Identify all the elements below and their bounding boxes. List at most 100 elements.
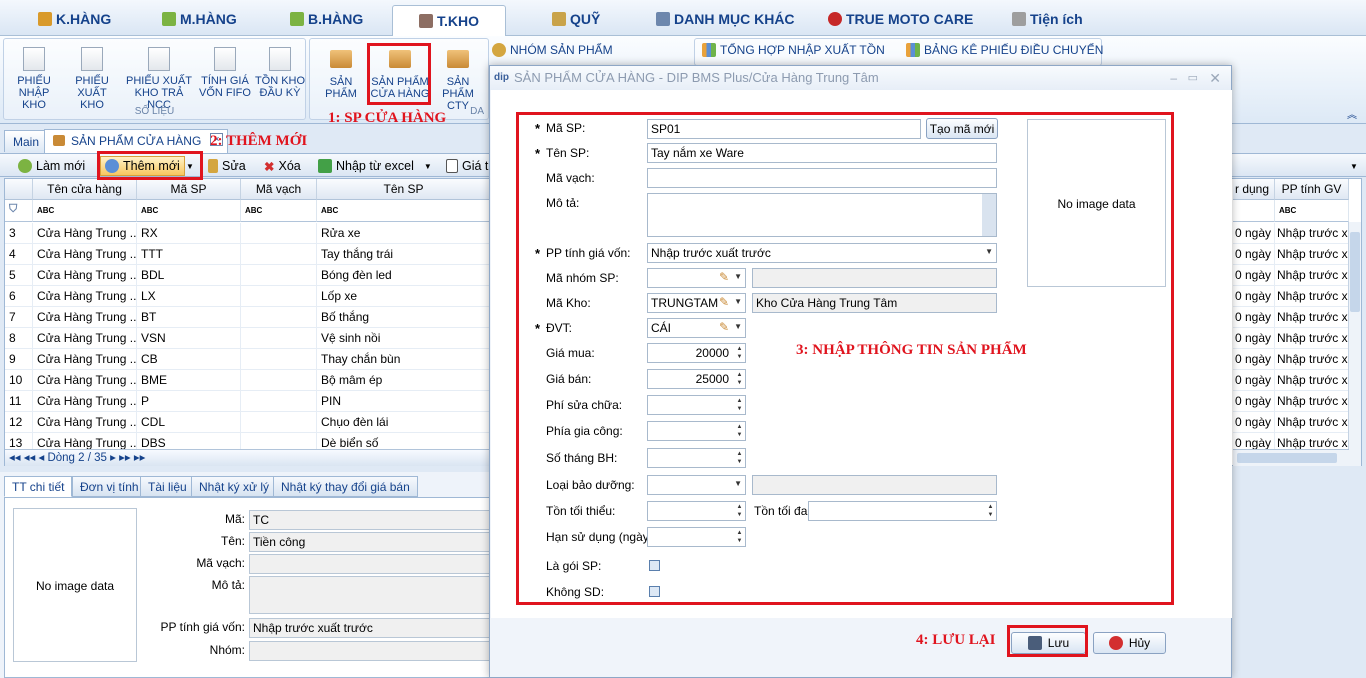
tab-nhat-ky-xu-ly[interactable]: Nhật ký xử lý bbox=[191, 476, 278, 497]
filter-icon[interactable]: ⛉ bbox=[5, 200, 33, 222]
table-row[interactable]: 0 ngày Nhập trước xu bbox=[1233, 328, 1349, 349]
grid-header-ma-vach[interactable]: Mã vạch bbox=[241, 179, 317, 200]
nhom-san-pham-button[interactable]: NHÓM SẢN PHẨM bbox=[492, 43, 613, 57]
close-icon[interactable]: ✕ bbox=[1209, 66, 1221, 90]
tinh-gia-von-button[interactable]: TÍNH GIÁ VỐN FIFO bbox=[198, 47, 252, 99]
table-row[interactable]: 9 Cửa Hàng Trung ... CB Thay chắn bùn bbox=[5, 349, 491, 370]
tab-don-vi-tinh[interactable]: Đơn vị tính bbox=[72, 476, 147, 497]
nav-arrows-icon[interactable]: ◂◂ ◂◂ ◂ bbox=[9, 452, 47, 464]
phieu-xuat-kho-tra-ncc-button[interactable]: PHIẾU XUẤT KHO TRẢ NCC bbox=[122, 47, 196, 111]
tab-tt-chi-tiet[interactable]: TT chi tiết bbox=[4, 476, 73, 497]
menu-tienich[interactable]: Tiện ích bbox=[1012, 6, 1083, 32]
table-row[interactable]: 0 ngày Nhập trước xu bbox=[1233, 391, 1349, 412]
table-row[interactable]: 0 ngày Nhập trước xu bbox=[1233, 412, 1349, 433]
grid-navigator[interactable]: ◂◂ ◂◂ ◂ Dòng 2 / 35 ▸ ▸▸ ▸▸ bbox=[5, 449, 489, 466]
table-row[interactable]: 12 Cửa Hàng Trung ... CDL Chụo đèn lái bbox=[5, 412, 491, 433]
label-nhom: Nhóm: bbox=[209, 643, 245, 657]
san-pham-button[interactable]: SẢN PHẨM bbox=[313, 47, 369, 100]
table-row[interactable]: 7 Cửa Hàng Trung ... BT Bố thắng bbox=[5, 307, 491, 328]
table-cell: Nhập trước xu bbox=[1275, 244, 1349, 265]
table-row[interactable]: 4 Cửa Hàng Trung ... TTT Tay thắng trái bbox=[5, 244, 491, 265]
table-cell: P bbox=[137, 391, 241, 412]
collapse-ribbon-icon[interactable]: ︽ bbox=[1347, 106, 1357, 121]
nav-arrows-icon[interactable]: ▸ ▸▸ ▸▸ bbox=[110, 452, 145, 464]
report-icon bbox=[446, 159, 458, 173]
sua-button[interactable]: Sửa bbox=[208, 157, 246, 175]
xoa-button[interactable]: ✖ Xóa bbox=[264, 157, 301, 175]
gia-button[interactable]: Giá t bbox=[446, 157, 488, 175]
grid-vertical-scrollbar[interactable] bbox=[1348, 222, 1361, 466]
filter-ten-cua-hang[interactable]: ABC bbox=[33, 200, 137, 222]
annotation-1: 1: SP CỬA HÀNG bbox=[328, 110, 447, 126]
phieu-xuat-kho-button[interactable]: PHIẾU XUẤT KHO bbox=[64, 47, 120, 111]
menu-truemoto[interactable]: TRUE MOTO CARE bbox=[828, 6, 973, 32]
bar-chart-icon bbox=[702, 43, 716, 57]
filter-han-su-dung[interactable] bbox=[1233, 200, 1275, 222]
san-pham-cty-button[interactable]: SẢN PHẨM CTY bbox=[430, 47, 486, 112]
grid-header-ma-sp[interactable]: Mã SP bbox=[137, 179, 241, 200]
chevron-down-icon: ▼ bbox=[423, 161, 432, 171]
customer-icon bbox=[38, 12, 52, 26]
tab-nhat-ky-gia-ban[interactable]: Nhật ký thay đổi giá bán bbox=[273, 476, 418, 497]
table-cell: Bóng đèn led bbox=[317, 265, 491, 286]
table-row[interactable]: 10 Cửa Hàng Trung ... BME Bộ mâm ép bbox=[5, 370, 491, 391]
menu-quy[interactable]: QUỸ bbox=[552, 6, 600, 32]
table-row[interactable]: 0 ngày Nhập trước xu bbox=[1233, 223, 1349, 244]
table-cell: Chụo đèn lái bbox=[317, 412, 491, 433]
tong-hop-nhap-xuat-ton-button[interactable]: TỔNG HỢP NHẬP XUẤT TỒN bbox=[702, 43, 885, 57]
menu-danhmuc[interactable]: DANH MỤC KHÁC bbox=[656, 6, 795, 32]
phieu-nhap-kho-button[interactable]: PHIẾU NHẬP KHO bbox=[6, 47, 62, 111]
bang-ke-phieu-dieu-chuyen-button[interactable]: BẢNG KÊ PHIẾU ĐIỀU CHUYỂN bbox=[906, 43, 1103, 57]
filter-ten-sp[interactable]: ABC bbox=[317, 200, 491, 222]
filter-pp-tinh-gv[interactable]: ABC bbox=[1275, 200, 1349, 222]
lam-moi-button[interactable]: Làm mới bbox=[18, 157, 85, 175]
table-cell bbox=[241, 370, 317, 391]
table-row[interactable]: 0 ngày Nhập trước xu bbox=[1233, 307, 1349, 328]
menu-mhang[interactable]: M.HÀNG bbox=[162, 6, 237, 32]
cart-icon bbox=[290, 12, 304, 26]
table-row[interactable]: 8 Cửa Hàng Trung ... VSN Vệ sinh nồi bbox=[5, 328, 491, 349]
minimize-icon[interactable]: – bbox=[1170, 66, 1177, 90]
table-row[interactable]: 0 ngày Nhập trước xu bbox=[1233, 244, 1349, 265]
table-cell: 0 ngày bbox=[1233, 223, 1275, 244]
grid-header-ten-sp[interactable]: Tên SP bbox=[317, 179, 491, 200]
grid-header-han-su-dung[interactable]: r dụng bbox=[1233, 179, 1275, 200]
table-row[interactable]: 0 ngày Nhập trước xu bbox=[1233, 286, 1349, 307]
grid-horizontal-scrollbar[interactable] bbox=[1233, 449, 1349, 466]
nhap-excel-button[interactable]: Nhập từ excel ▼ bbox=[318, 157, 432, 175]
maximize-icon[interactable]: ▭ bbox=[1188, 66, 1198, 90]
cancel-icon bbox=[1108, 636, 1123, 650]
tab-main[interactable]: Main bbox=[4, 130, 49, 152]
table-cell bbox=[241, 265, 317, 286]
document-icon bbox=[23, 47, 45, 71]
menu-tkho[interactable]: T.KHO bbox=[392, 5, 506, 36]
ton-kho-dau-ky-button[interactable]: TỒN KHO ĐẦU KỲ bbox=[254, 47, 306, 99]
table-row[interactable]: 6 Cửa Hàng Trung ... LX Lốp xe bbox=[5, 286, 491, 307]
scrollbar-thumb[interactable] bbox=[1350, 232, 1360, 312]
tab-san-pham-cua-hang[interactable]: SẢN PHẨM CỬA HÀNG × bbox=[44, 129, 229, 153]
table-row[interactable]: 0 ngày Nhập trước xu bbox=[1233, 265, 1349, 286]
table-row[interactable]: 5 Cửa Hàng Trung ... BDL Bóng đèn led bbox=[5, 265, 491, 286]
menu-bhang[interactable]: B.HÀNG bbox=[290, 6, 363, 32]
scrollbar-thumb[interactable] bbox=[1237, 453, 1337, 463]
table-cell: BT bbox=[137, 307, 241, 328]
toolbar-overflow-icon[interactable]: ▼ bbox=[1350, 157, 1358, 175]
label-mo-ta: Mô tả: bbox=[211, 578, 245, 592]
table-row[interactable]: 11 Cửa Hàng Trung ... P PIN bbox=[5, 391, 491, 412]
table-row[interactable]: 3 Cửa Hàng Trung ... RX Rửa xe bbox=[5, 223, 491, 244]
table-row[interactable]: 0 ngày Nhập trước xu bbox=[1233, 349, 1349, 370]
tab-tai-lieu[interactable]: Tài liệu bbox=[140, 476, 195, 497]
table-cell: BME bbox=[137, 370, 241, 391]
table-cell: Bố thắng bbox=[317, 307, 491, 328]
grid-header-ten-cua-hang[interactable]: Tên cửa hàng bbox=[33, 179, 137, 200]
menu-khang[interactable]: K.HÀNG bbox=[38, 6, 111, 32]
table-cell: Cửa Hàng Trung ... bbox=[33, 370, 137, 391]
filter-ma-sp[interactable]: ABC bbox=[137, 200, 241, 222]
group-so-lieu: PHIẾU NHẬP KHO PHIẾU XUẤT KHO PHIẾU XUẤT KH… bbox=[3, 38, 306, 120]
table-row[interactable]: 0 ngày Nhập trước xu bbox=[1233, 370, 1349, 391]
detail-mo-ta-field bbox=[249, 576, 491, 614]
grid-header-pp-tinh-gv[interactable]: PP tính GV bbox=[1275, 179, 1349, 200]
table-cell: LX bbox=[137, 286, 241, 307]
filter-ma-vach[interactable]: ABC bbox=[241, 200, 317, 222]
huy-button[interactable]: Hủy bbox=[1093, 632, 1166, 654]
